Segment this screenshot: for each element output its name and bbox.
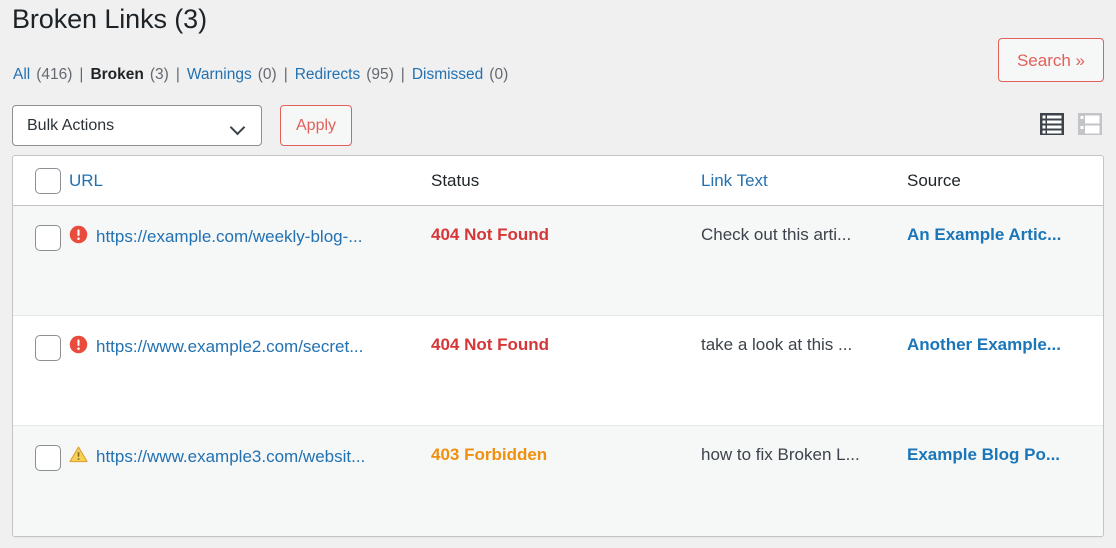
row-url-link[interactable]: https://www.example3.com/websit...	[96, 447, 365, 467]
filter-separator: |	[400, 66, 405, 83]
filter-link-broken[interactable]: Broken	[90, 66, 143, 84]
row-url-cell: https://www.example3.com/websit...	[69, 445, 431, 469]
filter-link-redirects[interactable]: Redirects	[295, 66, 360, 84]
error-circle-icon	[69, 225, 88, 249]
status-badge: 404 Not Found	[431, 335, 550, 354]
filter-links: All (416) | Broken (3) | Warnings (0) | …	[13, 66, 508, 84]
row-link-text-cell: Check out this arti...	[701, 225, 907, 245]
filter-count-redirects: (95)	[366, 66, 394, 83]
bulk-actions-select[interactable]: Bulk Actions	[12, 105, 262, 146]
filter-count-all: (416)	[36, 66, 73, 83]
filter-count-warnings: (0)	[257, 66, 277, 83]
row-source-cell: Example Blog Po...	[907, 445, 1103, 465]
table-header-row: URL Status Link Text Source	[13, 156, 1103, 206]
row-link-text: Check out this arti...	[701, 225, 852, 244]
row-source-link[interactable]: An Example Artic...	[907, 225, 1061, 244]
row-link-text-cell: take a look at this ...	[701, 335, 907, 355]
filter-link-all[interactable]: All	[13, 66, 30, 84]
filter-link-warnings[interactable]: Warnings	[187, 66, 252, 84]
page-title: Broken Links (3)	[12, 4, 207, 34]
warning-triangle-icon	[69, 445, 88, 469]
row-link-text-cell: how to fix Broken L...	[701, 445, 907, 465]
filter-count-broken: (3)	[149, 66, 169, 83]
table-row: https://example.com/weekly-blog-... 404 …	[13, 206, 1103, 316]
row-status-cell: 404 Not Found	[431, 335, 701, 355]
row-select-checkbox[interactable]	[35, 225, 61, 251]
filter-separator: |	[175, 66, 180, 83]
row-status-cell: 404 Not Found	[431, 225, 701, 245]
row-link-text: take a look at this ...	[701, 335, 853, 354]
table-row: https://www.example2.com/secret... 404 N…	[13, 316, 1103, 426]
list-view-icon[interactable]	[1038, 110, 1066, 138]
row-source-link[interactable]: Another Example...	[907, 335, 1061, 354]
broken-links-table: URL Status Link Text Source https://exam…	[12, 155, 1104, 537]
status-badge: 404 Not Found	[431, 225, 550, 244]
broken-links-page: Broken Links (3) All (416) | Broken (3) …	[0, 0, 1116, 548]
status-badge: 403 Forbidden	[431, 445, 548, 464]
bulk-actions-value: Bulk Actions	[27, 116, 115, 134]
column-header-url[interactable]: URL	[69, 171, 431, 191]
search-button[interactable]: Search »	[997, 38, 1104, 82]
row-status-cell: 403 Forbidden	[431, 445, 701, 465]
filter-separator: |	[283, 66, 288, 83]
column-header-status: Status	[431, 170, 480, 190]
view-switch	[1038, 110, 1104, 138]
row-checkbox-cell	[13, 445, 69, 471]
table-row: https://www.example3.com/websit... 403 F…	[13, 426, 1103, 536]
filter-count-dismissed: (0)	[489, 66, 509, 83]
filter-separator: |	[79, 66, 84, 83]
column-header-source: Source	[907, 170, 961, 190]
filter-link-dismissed[interactable]: Dismissed	[412, 66, 483, 84]
row-url-link[interactable]: https://www.example2.com/secret...	[96, 337, 363, 357]
row-checkbox-cell	[13, 335, 69, 361]
apply-button[interactable]: Apply	[280, 105, 353, 146]
row-link-text: how to fix Broken L...	[701, 445, 860, 464]
row-url-cell: https://www.example2.com/secret...	[69, 335, 431, 359]
row-checkbox-cell	[13, 225, 69, 251]
row-source-cell: Another Example...	[907, 335, 1103, 355]
row-select-checkbox[interactable]	[35, 445, 61, 471]
error-circle-icon	[69, 335, 88, 359]
row-url-cell: https://example.com/weekly-blog-...	[69, 225, 431, 249]
row-url-link[interactable]: https://example.com/weekly-blog-...	[96, 227, 362, 247]
chevron-down-icon	[231, 122, 245, 130]
row-source-link[interactable]: Example Blog Po...	[907, 445, 1060, 464]
row-select-checkbox[interactable]	[35, 335, 61, 361]
tablenav-top: Bulk Actions Apply	[12, 105, 353, 146]
row-source-cell: An Example Artic...	[907, 225, 1103, 245]
column-header-link-text[interactable]: Link Text	[701, 171, 907, 191]
select-all-checkbox[interactable]	[35, 167, 61, 194]
grid-view-icon[interactable]	[1076, 110, 1104, 138]
select-all-checkbox-cell	[13, 167, 69, 194]
